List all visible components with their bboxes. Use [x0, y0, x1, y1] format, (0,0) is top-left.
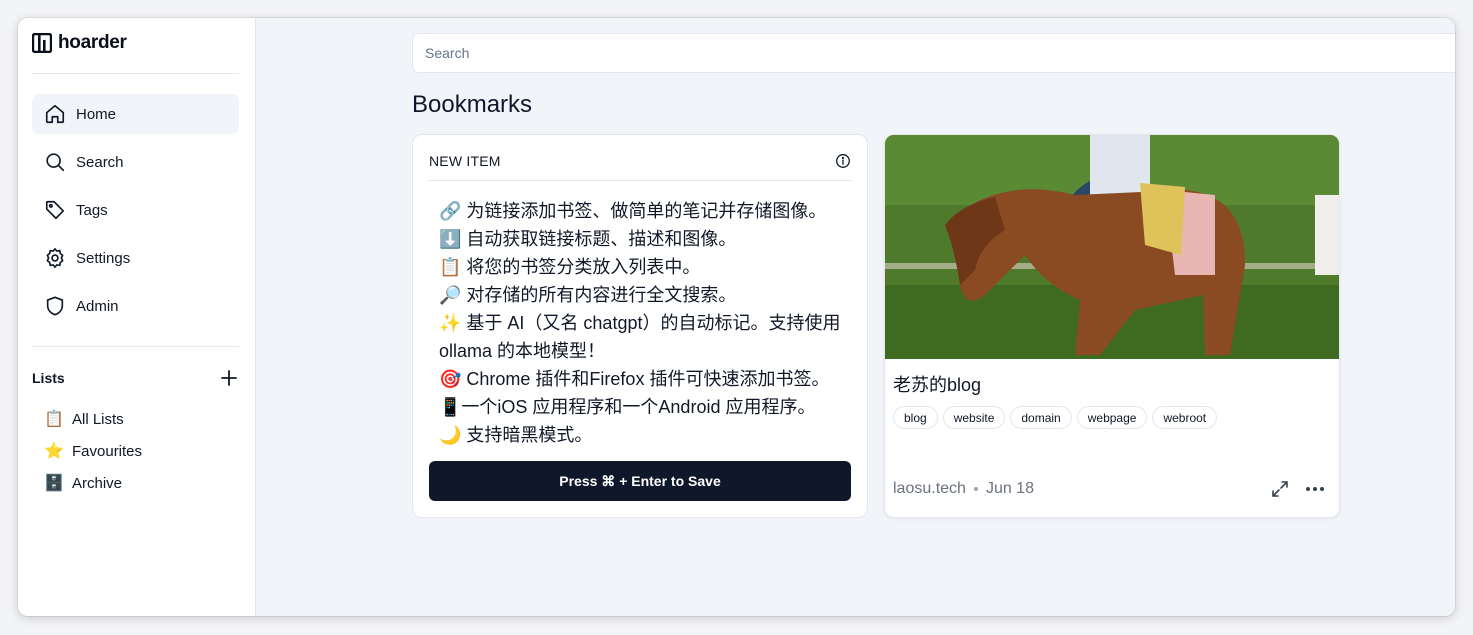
app-window: hoarder Home Search Tags Settings Admin … [18, 18, 1455, 616]
bookmark-domain[interactable]: laosu.tech [893, 480, 966, 498]
save-button[interactable]: Press ⌘ + Enter to Save [429, 461, 851, 501]
shield-icon [46, 296, 64, 316]
search-icon [46, 153, 65, 172]
nav-label-search: Search [76, 153, 124, 171]
nav-label-admin: Admin [76, 297, 119, 315]
list-item-archive[interactable]: 🗄️ Archive [44, 467, 142, 499]
list-item-all-lists[interactable]: 📋 All Lists [44, 403, 142, 435]
nav-label-home: Home [76, 105, 117, 123]
text-line: 🎯 Chrome 插件和Firefox 插件可快速添加书签。 [439, 369, 830, 389]
bookmark-title[interactable]: 老苏的blog [893, 371, 981, 397]
nav-label-settings: Settings [76, 249, 131, 267]
divider [32, 346, 239, 347]
bookmark-card[interactable]: 老苏的blog blog website domain webpage webr… [884, 134, 1340, 518]
tag-chip[interactable]: domain [1010, 406, 1072, 429]
search-input[interactable]: Search [412, 33, 1455, 73]
text-line: 🔎 对存储的所有内容进行全文搜索。 [439, 285, 737, 305]
nav-item-admin[interactable]: Admin [32, 286, 239, 326]
nav-item-home[interactable]: Home [32, 94, 239, 134]
divider [32, 73, 239, 74]
logo-icon [32, 33, 52, 53]
list-label: Favourites [72, 442, 143, 460]
home-icon [45, 104, 65, 124]
lists: 📋 All Lists ⭐️ Favourites 🗄️ Archive [44, 403, 142, 499]
new-item-textarea[interactable]: 🔗 为链接添加书签、做简单的笔记并存储图像。 ⬇️ 自动获取链接标题、描述和图像… [439, 197, 843, 453]
new-item-title: NEW ITEM [429, 153, 501, 169]
lists-title: Lists [32, 370, 65, 386]
text-line: ✨ 基于 AI（又名 chatgpt）的自动标记。支持使用 ollama 的本地… [439, 313, 841, 361]
text-line: 📱一个iOS 应用程序和一个Android 应用程序。 [439, 397, 816, 417]
list-label: All Lists [72, 410, 124, 428]
app-name: hoarder [58, 32, 127, 53]
text-line: 🌙 支持暗黑模式。 [439, 425, 593, 445]
separator-dot [973, 487, 978, 491]
new-item-card: NEW ITEM 🔗 为链接添加书签、做简单的笔记并存储图像。 ⬇️ 自动获取链… [412, 134, 868, 518]
star-icon: ⭐️ [44, 443, 64, 460]
bookmark-preview-image[interactable] [885, 135, 1340, 359]
list-label: Archive [72, 474, 123, 492]
file-cabinet-icon: 🗄️ [44, 475, 64, 492]
gear-icon [46, 248, 64, 268]
nav-item-tags[interactable]: Tags [32, 190, 239, 230]
text-line: 📋 将您的书签分类放入列表中。 [439, 257, 701, 277]
main-nav: Home Search Tags Settings Admin [32, 94, 239, 334]
sidebar: hoarder Home Search Tags Settings Admin … [18, 18, 256, 616]
text-line: ⬇️ 自动获取链接标题、描述和图像。 [439, 229, 737, 249]
bookmark-date: Jun 18 [985, 480, 1034, 497]
lists-header: Lists [32, 368, 239, 388]
nav-item-search[interactable]: Search [32, 142, 239, 182]
info-icon[interactable] [835, 153, 851, 169]
tag-icon [45, 200, 65, 220]
text-line: 🔗 为链接添加书签、做简单的笔记并存储图像。 [439, 201, 827, 221]
nav-item-settings[interactable]: Settings [32, 238, 239, 278]
tag-chip[interactable]: webroot [1152, 406, 1218, 429]
new-item-header: NEW ITEM [429, 153, 851, 181]
clipboard-icon: 📋 [44, 411, 64, 428]
add-list-icon[interactable] [219, 368, 239, 388]
tag-chip[interactable]: blog [893, 406, 938, 429]
tag-list: blog website domain webpage webroot [893, 406, 1218, 429]
more-icon[interactable] [1305, 480, 1325, 498]
tag-chip[interactable]: website [942, 406, 1006, 429]
tag-chip[interactable]: webpage [1076, 406, 1148, 429]
nav-label-tags: Tags [76, 201, 108, 219]
expand-icon[interactable] [1271, 480, 1289, 498]
list-item-favourites[interactable]: ⭐️ Favourites [44, 435, 142, 467]
page-title: Bookmarks [412, 91, 533, 118]
logo[interactable]: hoarder [32, 32, 127, 54]
bookmark-footer: laosu.tech Jun 18 [893, 480, 1034, 498]
search-placeholder: Search [425, 45, 470, 61]
